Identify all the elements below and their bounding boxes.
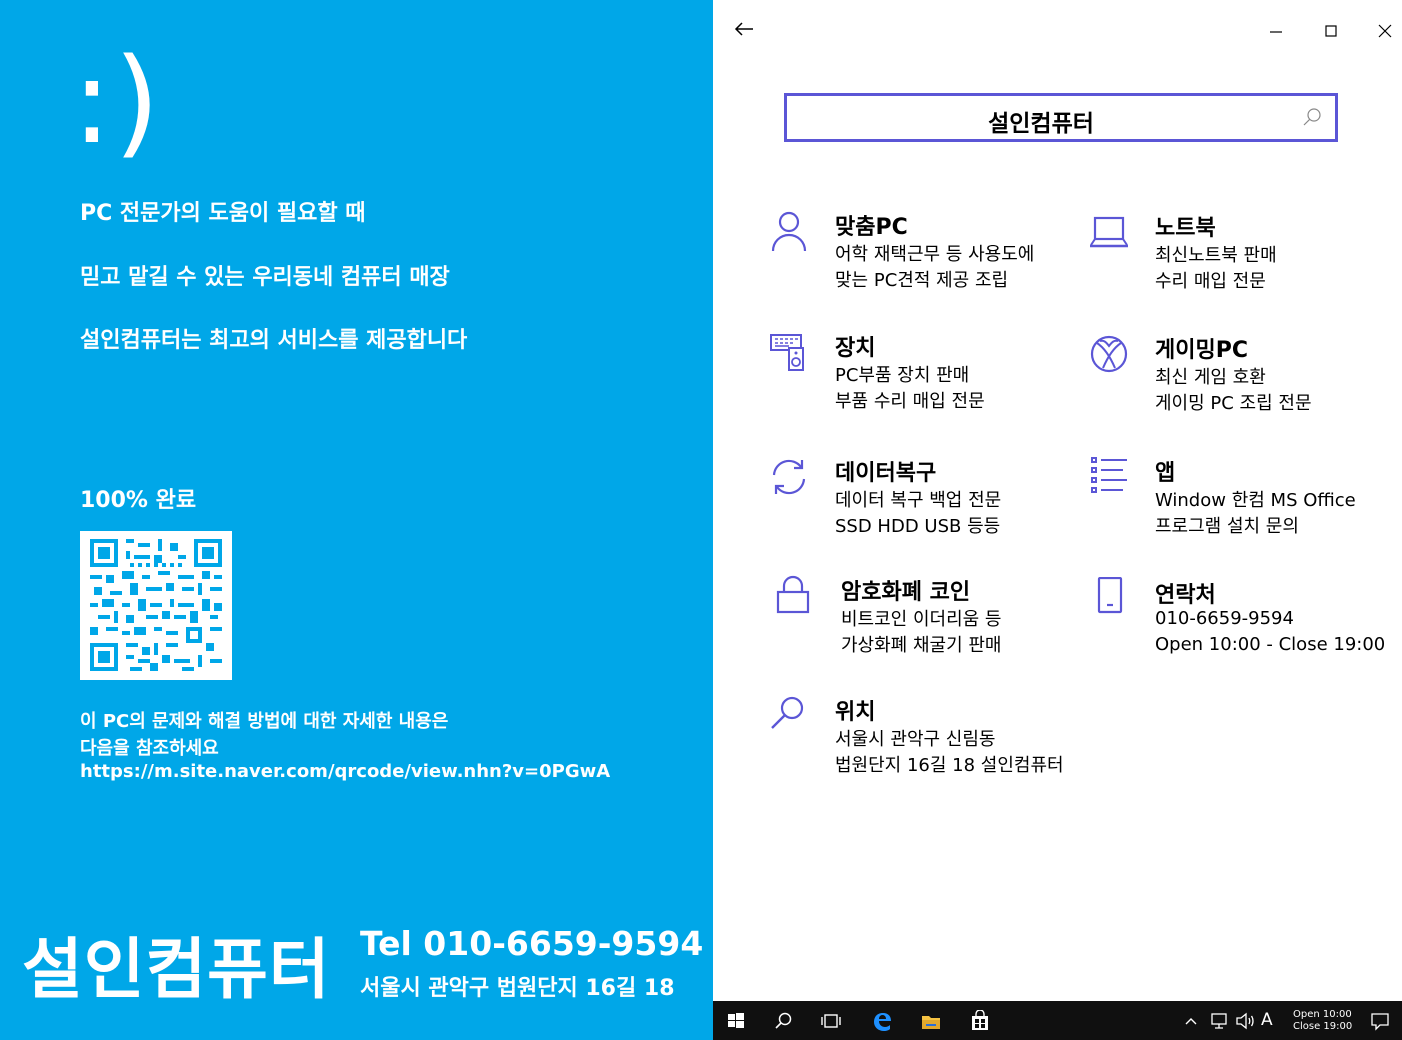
category-desc-line2: 법원단지 16길 18 설인컴퓨터 [835, 755, 1064, 776]
taskbar: A Open 10:00 Close 19:00 [713, 1001, 1402, 1040]
brand-name: 설인컴퓨터 [22, 931, 331, 1008]
category-title: 장치 [835, 336, 876, 361]
category-desc-line2: 가상화폐 채굴기 판매 [841, 635, 1002, 656]
task-view-icon[interactable] [820, 1010, 842, 1032]
maximize-icon[interactable] [1316, 16, 1346, 46]
promo-message-3: 설인컴퓨터는 최고의 서비스를 제공합니다 [80, 328, 468, 353]
network-icon[interactable] [1209, 1010, 1231, 1032]
progress-text: 100% 완료 [80, 488, 197, 513]
devices-icon [770, 334, 804, 371]
category-desc-line1: PC부품 장치 판매 [835, 365, 970, 386]
category-desc-line1: 비트코인 이더리움 등 [841, 609, 1002, 630]
settings-window: 설인컴퓨터 맞춤PC 어학 재택근무 등 사용도에 맞는 PC견적 제공 조립 … [713, 0, 1402, 1001]
info-url-link[interactable]: https://m.site.naver.com/qrcode/view.nhn… [80, 761, 610, 782]
category-desc-line1: 최신 게임 호환 [1155, 367, 1266, 388]
edge-browser-icon[interactable] [871, 1010, 893, 1032]
category-desc-line2: 게이밍 PC 조립 전문 [1155, 393, 1312, 414]
telephone-number: Tel 010-6659-9594 [360, 924, 704, 963]
smiley-face: :) [72, 32, 162, 170]
category-title: 연락처 [1155, 583, 1216, 608]
contact-hours: Open 10:00 - Close 19:00 [1155, 634, 1386, 655]
input-language-indicator[interactable]: A [1261, 1010, 1273, 1030]
promo-message-1: PC 전문가의 도움이 필요할 때 [80, 201, 366, 226]
category-desc-line1: 최신노트북 판매 [1155, 245, 1277, 266]
windows-start-icon[interactable] [725, 1010, 747, 1032]
lock-icon [776, 575, 810, 614]
store-icon[interactable] [969, 1010, 991, 1032]
clock-line-1: Open 10:00 [1293, 1009, 1352, 1020]
category-title: 위치 [835, 700, 876, 725]
category-title: 맞춤PC [835, 215, 908, 240]
close-icon[interactable] [1370, 16, 1400, 46]
search-input[interactable]: 설인컴퓨터 [787, 104, 1295, 138]
back-arrow-icon[interactable] [733, 18, 755, 40]
sync-icon [772, 459, 806, 495]
laptop-icon [1090, 216, 1128, 248]
contact-phone: 010-6659-9594 [1155, 608, 1294, 629]
volume-icon[interactable] [1234, 1010, 1256, 1032]
person-icon [771, 211, 807, 252]
search-box[interactable]: 설인컴퓨터 [784, 93, 1338, 142]
qr-code[interactable] [80, 531, 232, 680]
taskbar-clock[interactable]: Open 10:00 Close 19:00 [1293, 1009, 1352, 1033]
category-title: 게이밍PC [1155, 338, 1248, 363]
category-title: 데이터복구 [835, 461, 937, 486]
info-note-line-1: 이 PC의 문제와 해결 방법에 대한 자세한 내용은 [80, 711, 449, 732]
store-address: 서울시 관악구 법원단지 16길 18 [360, 976, 675, 1001]
xbox-icon [1090, 335, 1128, 373]
apps-list-icon [1091, 457, 1127, 493]
category-desc-line2: 프로그램 설치 문의 [1155, 516, 1299, 537]
search-icon [771, 696, 804, 729]
minimize-icon[interactable] [1261, 16, 1291, 46]
notification-icon[interactable] [1369, 1010, 1391, 1032]
category-title: 노트북 [1155, 216, 1216, 241]
file-explorer-icon[interactable] [920, 1010, 942, 1032]
search-magnifier-icon[interactable] [1301, 106, 1323, 128]
category-desc-line1: 데이터 복구 백업 전문 [835, 490, 1002, 511]
category-desc-line2: 수리 매입 전문 [1155, 271, 1266, 292]
category-desc-line1: 어학 재택근무 등 사용도에 [835, 244, 1035, 265]
category-desc-line1: 서울시 관악구 신림동 [835, 729, 996, 750]
category-desc-line2: 부품 수리 매입 전문 [835, 391, 985, 412]
category-title: 암호화폐 코인 [841, 580, 971, 605]
taskbar-search-icon[interactable] [773, 1010, 795, 1032]
category-title: 앱 [1155, 461, 1176, 486]
category-desc-line2: SSD HDD USB 등등 [835, 516, 1001, 537]
clock-line-2: Close 19:00 [1293, 1021, 1353, 1032]
category-desc-line2: 맞는 PC견적 제공 조립 [835, 270, 1009, 291]
info-note-line-2: 다음을 참조하세요 [80, 738, 219, 759]
left-promo-panel: :) PC 전문가의 도움이 필요할 때 믿고 맡길 수 있는 우리동네 컴퓨터… [0, 0, 713, 1040]
phone-icon [1097, 577, 1123, 614]
category-desc-line1: Window 한컴 MS Office [1155, 490, 1356, 511]
qr-code-icon [90, 539, 222, 671]
promo-message-2: 믿고 맡길 수 있는 우리동네 컴퓨터 매장 [80, 265, 450, 290]
chevron-up-icon[interactable] [1183, 1010, 1199, 1032]
